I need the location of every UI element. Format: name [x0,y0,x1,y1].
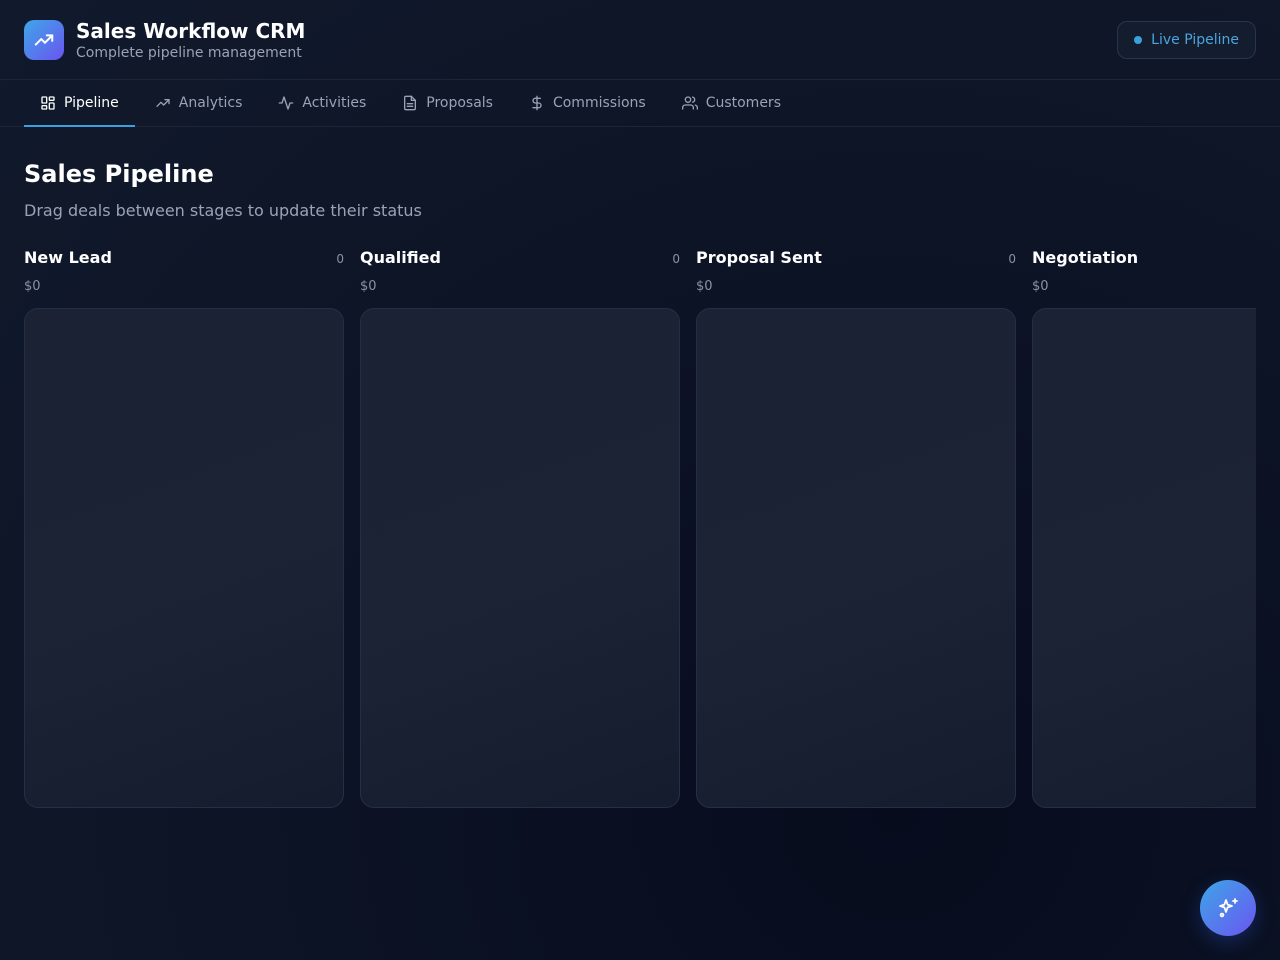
stage-column-negotiation: Negotiation 0 $0 [1032,248,1256,808]
trending-up-icon [156,99,170,107]
tab-customers[interactable]: Customers [666,80,797,126]
stage-header: Negotiation 0 [1032,248,1256,268]
stage-count: 0 [1008,252,1016,266]
stage-header: Proposal Sent 0 [696,248,1016,268]
stage-total: $0 [360,279,377,294]
main-content: Sales Pipeline Drag deals between stages… [0,127,1280,808]
tab-activities[interactable]: Activities [262,80,382,126]
tab-pipeline[interactable]: Pipeline [24,80,135,127]
sparkles-icon [1219,898,1238,918]
app-header: Sales Workflow CRM Complete pipeline man… [0,0,1280,80]
document-icon [404,95,417,111]
stage-column-proposal-sent: Proposal Sent 0 $0 [696,248,1016,808]
tab-label: Proposals [426,95,493,111]
stage-count: 0 [672,252,680,266]
stage-title: Proposal Sent [696,248,822,267]
users-icon [681,96,698,110]
trending-up-icon [24,19,64,60]
dollar-icon [532,95,542,111]
live-pipeline-label: Live Pipeline [1151,31,1239,48]
stage-title: Negotiation [1032,248,1139,267]
page-subtitle: Drag deals between stages to update thei… [24,201,422,220]
tab-analytics[interactable]: Analytics [139,80,259,126]
live-pipeline-button[interactable]: Live Pipeline [1117,20,1256,59]
stage-column-qualified: Qualified 0 $0 [360,248,680,808]
stage-title: Qualified [360,248,441,267]
stage-header: New Lead 0 [24,248,344,268]
live-status-dot [1134,35,1143,44]
tab-label: Customers [705,95,781,111]
tab-label: Activities [302,95,367,111]
pipeline-board: New Lead 0 $0 Qualified 0 $0 Proposal Se… [24,248,1256,808]
app-subtitle: Complete pipeline management [76,44,302,61]
tab-label: Analytics [178,95,243,111]
stage-dropzone[interactable] [696,308,1016,808]
stage-title: New Lead [24,248,112,267]
page-title: Sales Pipeline [24,160,214,188]
app-title: Sales Workflow CRM [76,18,306,43]
stage-count: 0 [336,252,344,266]
stage-total: $0 [1032,279,1049,294]
tab-label: Pipeline [64,95,119,111]
brand: Sales Workflow CRM Complete pipeline man… [24,19,305,61]
nav-tabs: Pipeline Analytics Activities Proposals … [0,80,1280,127]
stage-dropzone[interactable] [24,308,344,808]
stage-dropzone[interactable] [360,308,680,808]
stage-total: $0 [24,279,41,294]
ai-assistant-button[interactable] [1200,880,1256,936]
brand-text: Sales Workflow CRM Complete pipeline man… [76,19,305,61]
stage-total: $0 [696,279,713,294]
stage-header: Qualified 0 [360,248,680,268]
stage-column-new-lead: New Lead 0 $0 [24,248,344,808]
kanban-grid-icon [41,96,55,110]
stage-dropzone[interactable] [1032,308,1256,808]
tab-proposals[interactable]: Proposals [386,80,509,126]
pulse-icon [279,96,294,110]
tab-label: Commissions [552,95,646,111]
tab-commissions[interactable]: Commissions [513,80,662,126]
